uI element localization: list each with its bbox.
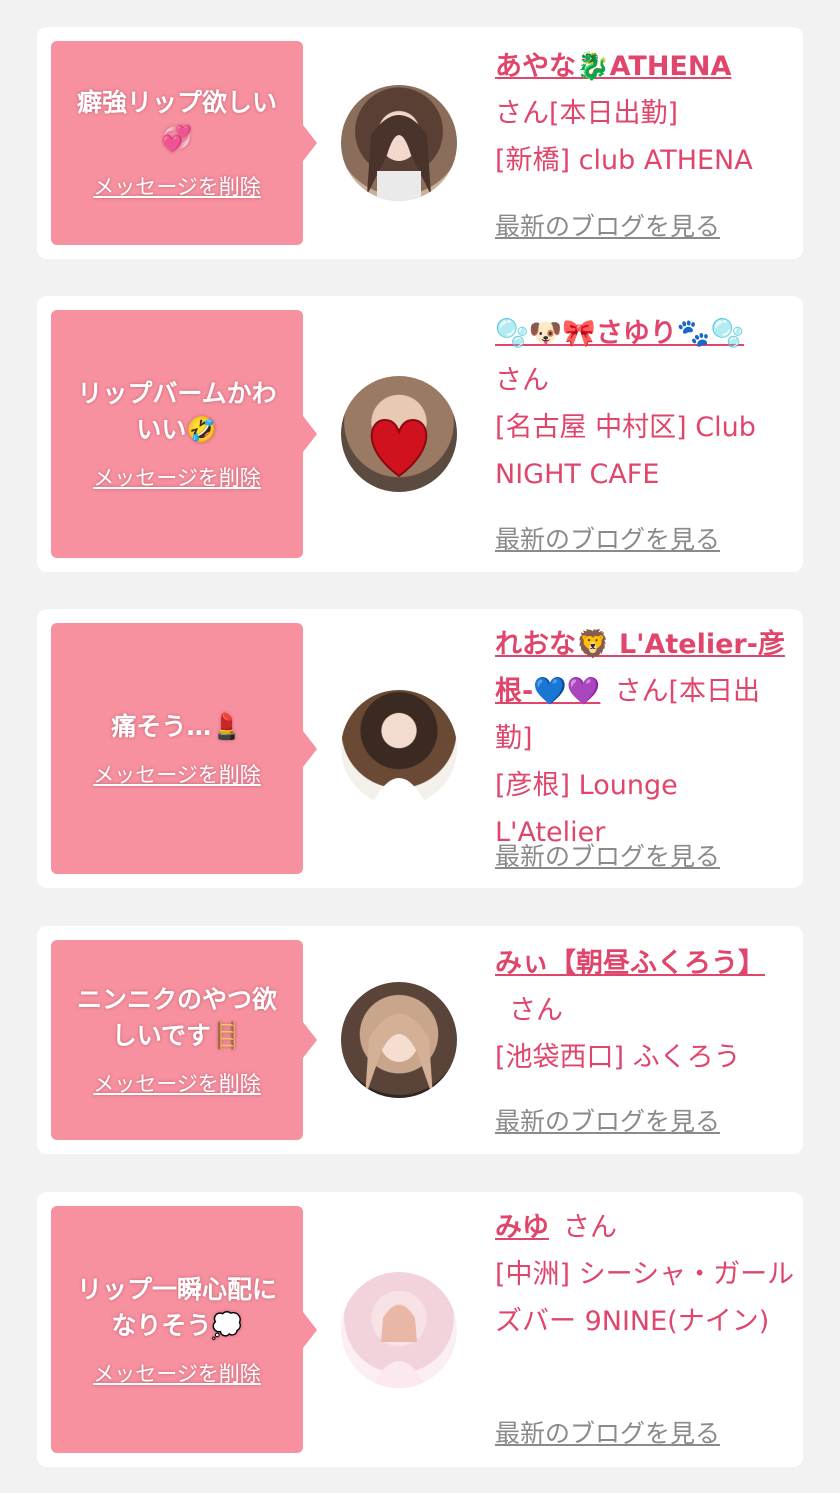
- honorific: さん: [495, 98, 549, 129]
- cast-name-link[interactable]: 🫧🐶🎀さゆり🐾🫧: [495, 318, 744, 349]
- heart-icon: [370, 418, 428, 478]
- blog-link[interactable]: 最新のブログを見る: [495, 207, 720, 243]
- message-bubble: 癖強リップ欲しい 💞 メッセージを削除: [51, 41, 317, 245]
- blog-link[interactable]: 最新のブログを見る: [495, 837, 720, 873]
- message-bubble: リップ一瞬心配に なりそう💭 メッセージを削除: [51, 1206, 317, 1453]
- message-text: 痛そう…💄: [111, 711, 243, 741]
- delete-message-link[interactable]: メッセージを削除: [93, 759, 261, 789]
- cast-info: みゆ さん [中洲] シーシャ・ガールズバー 9NINE(ナイン): [495, 1204, 795, 1345]
- cast-info: あやな🐉ATHENA さん[本日出勤] [新橋] club ATHENA: [495, 43, 795, 184]
- blog-link[interactable]: 最新のブログを見る: [495, 1102, 720, 1138]
- message-card: リップバームかわ いい🤣 メッセージを削除 🫧🐶🎀さゆり🐾🫧 さん [名古屋 中…: [37, 296, 803, 572]
- avatar[interactable]: [341, 376, 457, 492]
- avatar[interactable]: [341, 85, 457, 201]
- message-text: 癖強リップ欲しい 💞: [76, 88, 277, 153]
- message-text: リップバームかわ いい🤣: [77, 379, 277, 444]
- message-card: リップ一瞬心配に なりそう💭 メッセージを削除 みゆ さん [中洲] シーシャ・ガ…: [37, 1192, 803, 1467]
- woman-portrait-icon: [367, 113, 431, 201]
- message-text: ニンニクのやつ欲 しいです🪜: [76, 985, 277, 1050]
- cast-name-link[interactable]: みぃ【朝昼ふくろう】: [495, 948, 765, 979]
- honorific: さん: [614, 676, 669, 707]
- delete-message-link[interactable]: メッセージを削除: [93, 171, 261, 201]
- message-card: ニンニクのやつ欲 しいです🪜 メッセージを削除 みぃ【朝昼ふくろう】さん [池袋…: [37, 926, 803, 1154]
- shop-name: [名古屋 中村区] Club NIGHT CAFE: [495, 412, 756, 490]
- honorific: さん: [509, 995, 563, 1026]
- shop-name: [池袋西口] ふくろう: [495, 1042, 741, 1073]
- shop-name: [中洲] シーシャ・ガールズバー 9NINE(ナイン): [495, 1259, 795, 1337]
- cast-info: 🫧🐶🎀さゆり🐾🫧 さん [名古屋 中村区] Club NIGHT CAFE: [495, 310, 795, 498]
- shop-name: [新橋] club ATHENA: [495, 145, 753, 176]
- delete-message-link[interactable]: メッセージを削除: [93, 1068, 261, 1098]
- avatar[interactable]: [341, 1272, 457, 1388]
- message-bubble: 痛そう…💄 メッセージを削除: [51, 623, 317, 874]
- woman-portrait-icon: [371, 713, 427, 806]
- avatar[interactable]: [341, 982, 457, 1098]
- honorific: さん: [563, 1212, 617, 1243]
- message-card: 癖強リップ欲しい 💞 メッセージを削除 あやな🐉ATHENA さん[本日出勤] …: [37, 27, 803, 259]
- message-bubble: ニンニクのやつ欲 しいです🪜 メッセージを削除: [51, 940, 317, 1140]
- woman-portrait-icon: [371, 1304, 427, 1388]
- message-bubble: リップバームかわ いい🤣 メッセージを削除: [51, 310, 317, 558]
- avatar[interactable]: [341, 690, 457, 806]
- woman-portrait-icon: [365, 1014, 433, 1098]
- blog-link[interactable]: 最新のブログを見る: [495, 520, 720, 556]
- delete-message-link[interactable]: メッセージを削除: [93, 1358, 261, 1388]
- blog-link[interactable]: 最新のブログを見る: [495, 1414, 720, 1450]
- cast-name-link[interactable]: みゆ: [495, 1212, 549, 1243]
- honorific: さん: [495, 365, 549, 396]
- cast-info: れおな🦁 L'Atelier-彦根-💙💜 さん[本日出勤] [彦根] Lounge…: [495, 621, 795, 856]
- cast-name-link[interactable]: あやな🐉ATHENA: [495, 51, 731, 82]
- message-text: リップ一瞬心配に なりそう💭: [76, 1274, 277, 1340]
- work-status: [本日出勤]: [549, 98, 679, 129]
- delete-message-link[interactable]: メッセージを削除: [93, 462, 261, 492]
- message-card: 痛そう…💄 メッセージを削除 れおな🦁 L'Atelier-彦根-💙💜 さん[本日…: [37, 609, 803, 888]
- cast-info: みぃ【朝昼ふくろう】さん [池袋西口] ふくろう: [495, 940, 795, 1081]
